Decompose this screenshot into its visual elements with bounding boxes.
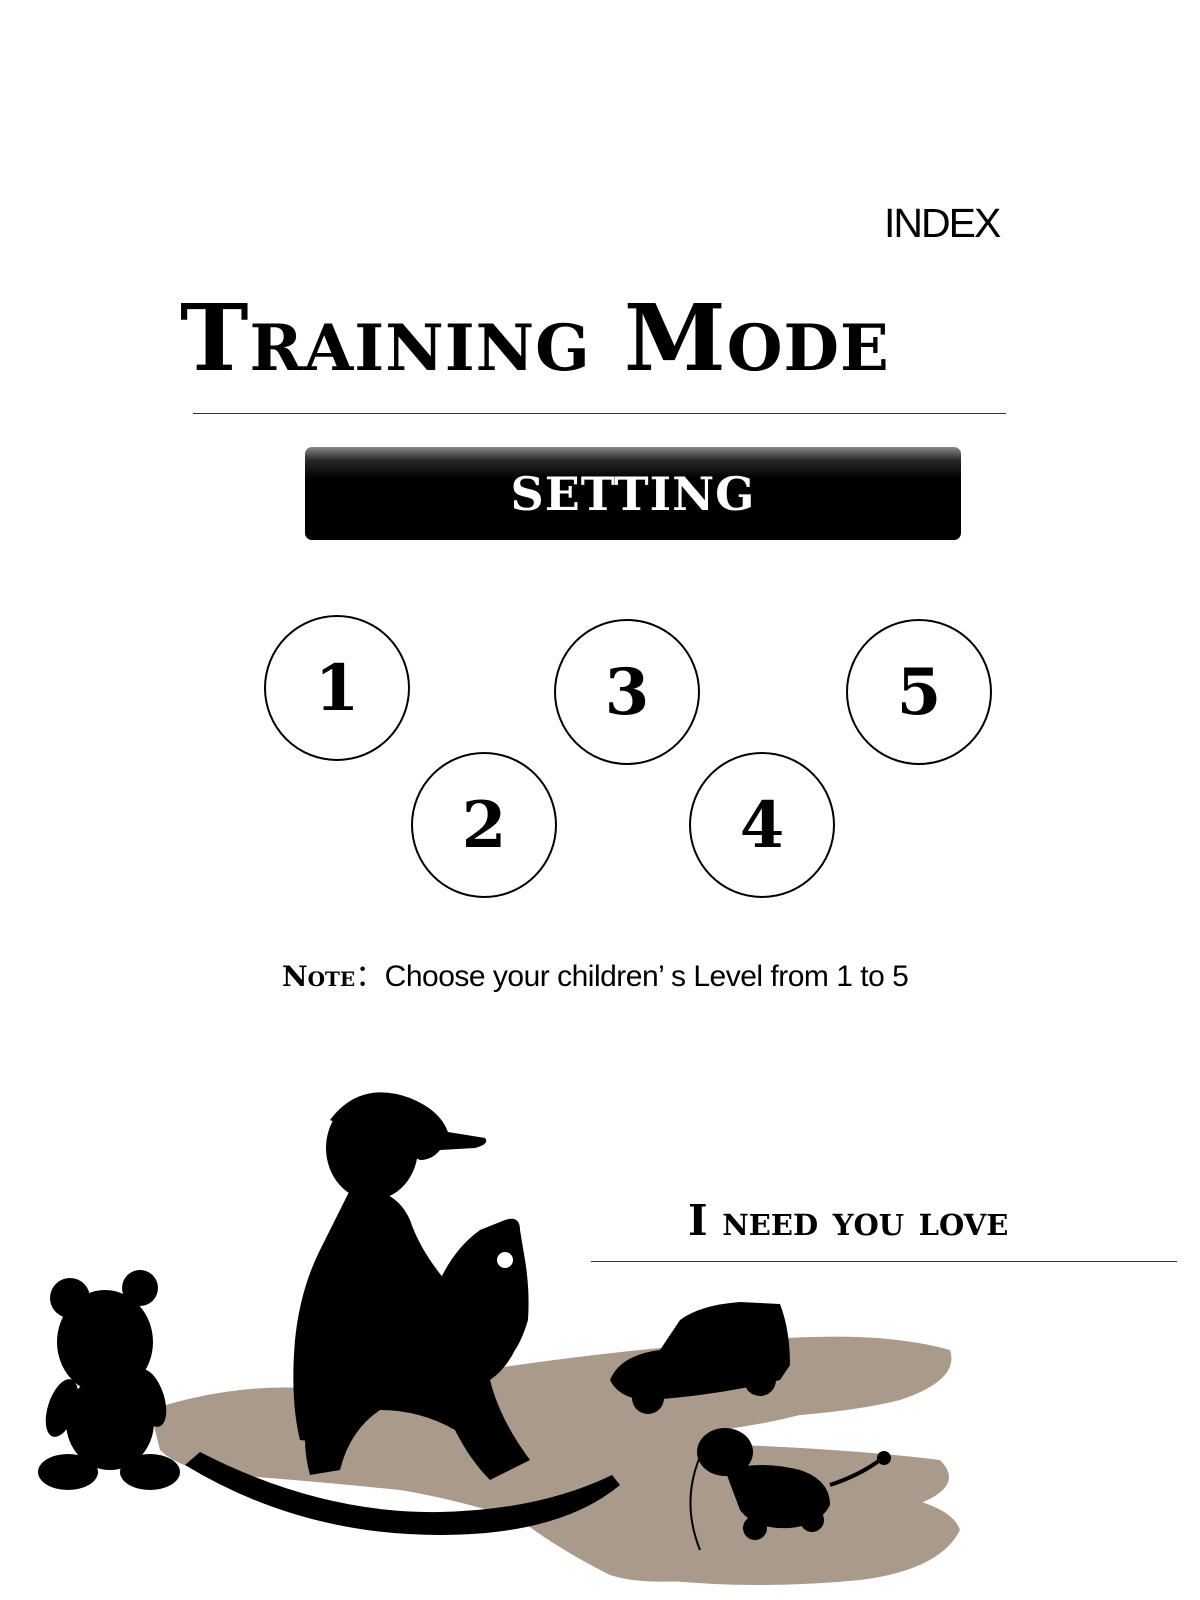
note-separator: ： (355, 960, 385, 993)
level-4-button[interactable]: 4 (689, 752, 835, 898)
note-text: Choose your children’ s Level from 1 to … (384, 960, 909, 993)
level-2-button[interactable]: 2 (411, 752, 557, 898)
page-title: Training Mode (180, 284, 890, 392)
level-1-button[interactable]: 1 (264, 615, 410, 761)
level-3-button[interactable]: 3 (554, 619, 700, 765)
level-5-button[interactable]: 5 (846, 619, 992, 765)
child-on-rocking-horse-illustration (38, 1092, 960, 1585)
teddy-bear-silhouette (38, 1270, 180, 1490)
level-note: Note：Choose your children’ s Level from … (282, 960, 909, 993)
setting-button[interactable]: SETTING (305, 447, 961, 540)
ground-shadow (150, 1336, 960, 1585)
index-link[interactable]: INDEX (884, 200, 1001, 247)
setting-button-label: SETTING (510, 466, 756, 521)
note-label: Note (282, 960, 356, 993)
title-divider (193, 413, 1006, 414)
